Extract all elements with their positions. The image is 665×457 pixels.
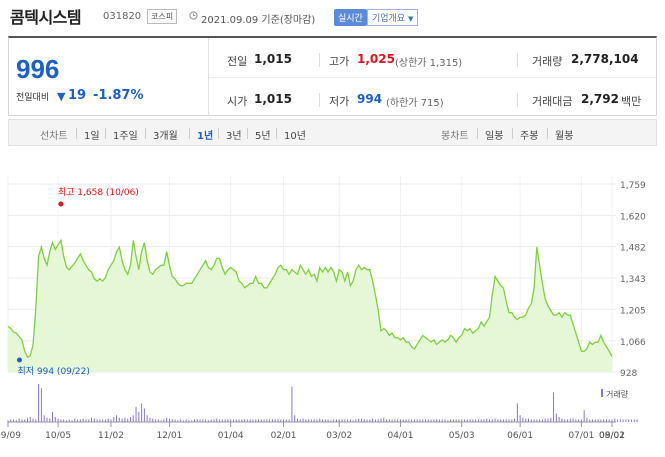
y-tick-label: 1,759 [620,181,646,191]
x-tick-label: 05/03 [449,431,475,441]
max-label: 최고 1,658 (10/06) [58,187,139,198]
lower-limit: (하한가 715) [386,98,444,109]
divider [517,93,518,107]
amount-label: 거래대금 [532,95,573,108]
open-value: 1,015 [254,92,292,106]
company-overview-label: 기업개요 [372,14,406,24]
price-change-percent: -1.87% [93,88,144,103]
open-label: 시가 [227,95,248,108]
price-summary: 996 전일대비 ▼ 19 -1.87% [9,38,209,116]
x-tick-label: 02/01 [271,431,297,441]
divider [145,128,146,139]
price-change: 19 [68,88,87,103]
chevron-down-icon: ▼ [408,15,414,23]
period-tab-5y[interactable]: 5년 [255,127,271,142]
candle-chart-label: 봉차트 [441,131,469,142]
prev-close-label: 전일 [227,55,248,68]
volume-label: 거래량 [532,55,563,68]
company-overview-button[interactable]: 기업개요 ▼ [367,9,419,26]
divider [477,128,478,139]
amount-value: 2,792 [581,92,619,106]
high-label: 고가 [329,55,350,68]
high-value: 1,025 [357,52,395,66]
price-area [8,240,612,372]
divider [319,53,320,67]
low-value: 994 [357,92,383,106]
x-tick-label: 06/01 [507,431,533,441]
x-tick-label: 03/02 [326,431,352,441]
divider [218,128,219,139]
period-tab-1d[interactable]: 1일 [84,127,100,142]
stock-name: 콤텍시스템 [10,8,82,27]
y-tick-label: 928 [620,369,637,379]
price-chart: 최고 1,658 (10/06) 최저 994 (09/22) 거래량 1,759… [0,176,646,441]
low-label: 저가 [329,95,350,108]
down-triangle-icon: ▼ [57,90,66,103]
volume-value: 2,778,104 [571,52,639,66]
max-marker [58,201,64,207]
y-tick-label: 1,620 [620,212,646,222]
y-tick-label: 1,482 [620,244,646,254]
market-badge: 코스피 [147,9,178,24]
y-tick-label: 1,066 [620,338,646,348]
y-tick-label: 1,205 [620,306,646,316]
x-tick-label: 07/01 [568,431,594,441]
x-tick-label: 01/04 [218,431,244,441]
row-divider [209,77,656,78]
divider [517,53,518,67]
volume-legend-swatch [601,389,603,397]
x-tick-label: 10/05 [45,431,71,441]
period-tab-10y[interactable]: 10년 [284,127,306,142]
candle-tab-monthly[interactable]: 월봉 [555,127,573,142]
candle-tab-weekly[interactable]: 주봉 [520,127,538,142]
period-tab-1y[interactable]: 1년 [197,127,213,142]
divider [547,128,548,139]
y-tick-label: 1,343 [620,275,646,285]
line-chart-label: 선차트 [40,131,68,142]
x-tick-label: 09/01 [599,431,625,441]
min-label: 최저 994 (09/22) [17,366,89,377]
amount-unit: 백만 [621,95,642,108]
divider [512,128,513,139]
divider [319,93,320,107]
upper-limit: (상한가 1,315) [395,58,463,69]
x-tick-label: 12/01 [156,431,182,441]
clock-icon [189,11,198,23]
x-tick-label: 11/02 [98,431,124,441]
min-marker [16,357,22,363]
prev-compare-label: 전일대비 [16,93,50,103]
x-tick-label: 09/09 [0,431,21,441]
base-date: 2021.09.09 기준(장마감) [201,15,316,26]
divider [76,128,77,139]
current-price: 996 [16,54,60,84]
chart-period-bar: 선차트 1일 1주일 3개월 1년 3년 5년 10년 봉차트 일봉 주봉 월봉 [8,119,657,146]
volume-legend-label: 거래량 [606,389,629,399]
divider [189,128,190,139]
period-tab-1w[interactable]: 1주일 [113,127,138,142]
candle-tab-daily[interactable]: 일봉 [485,127,503,142]
divider [105,128,106,139]
realtime-button[interactable]: 실시간 [334,9,367,26]
divider [276,128,277,139]
period-tab-3m[interactable]: 3개월 [153,127,178,142]
stock-code: 031820 [103,11,142,22]
quote-panel: 996 전일대비 ▼ 19 -1.87% 전일 1,015 고가 1,025 (… [8,36,657,116]
prev-close-value: 1,015 [254,52,292,66]
x-tick-label: 04/01 [387,431,413,441]
divider [247,128,248,139]
period-tab-3y[interactable]: 3년 [226,127,242,142]
